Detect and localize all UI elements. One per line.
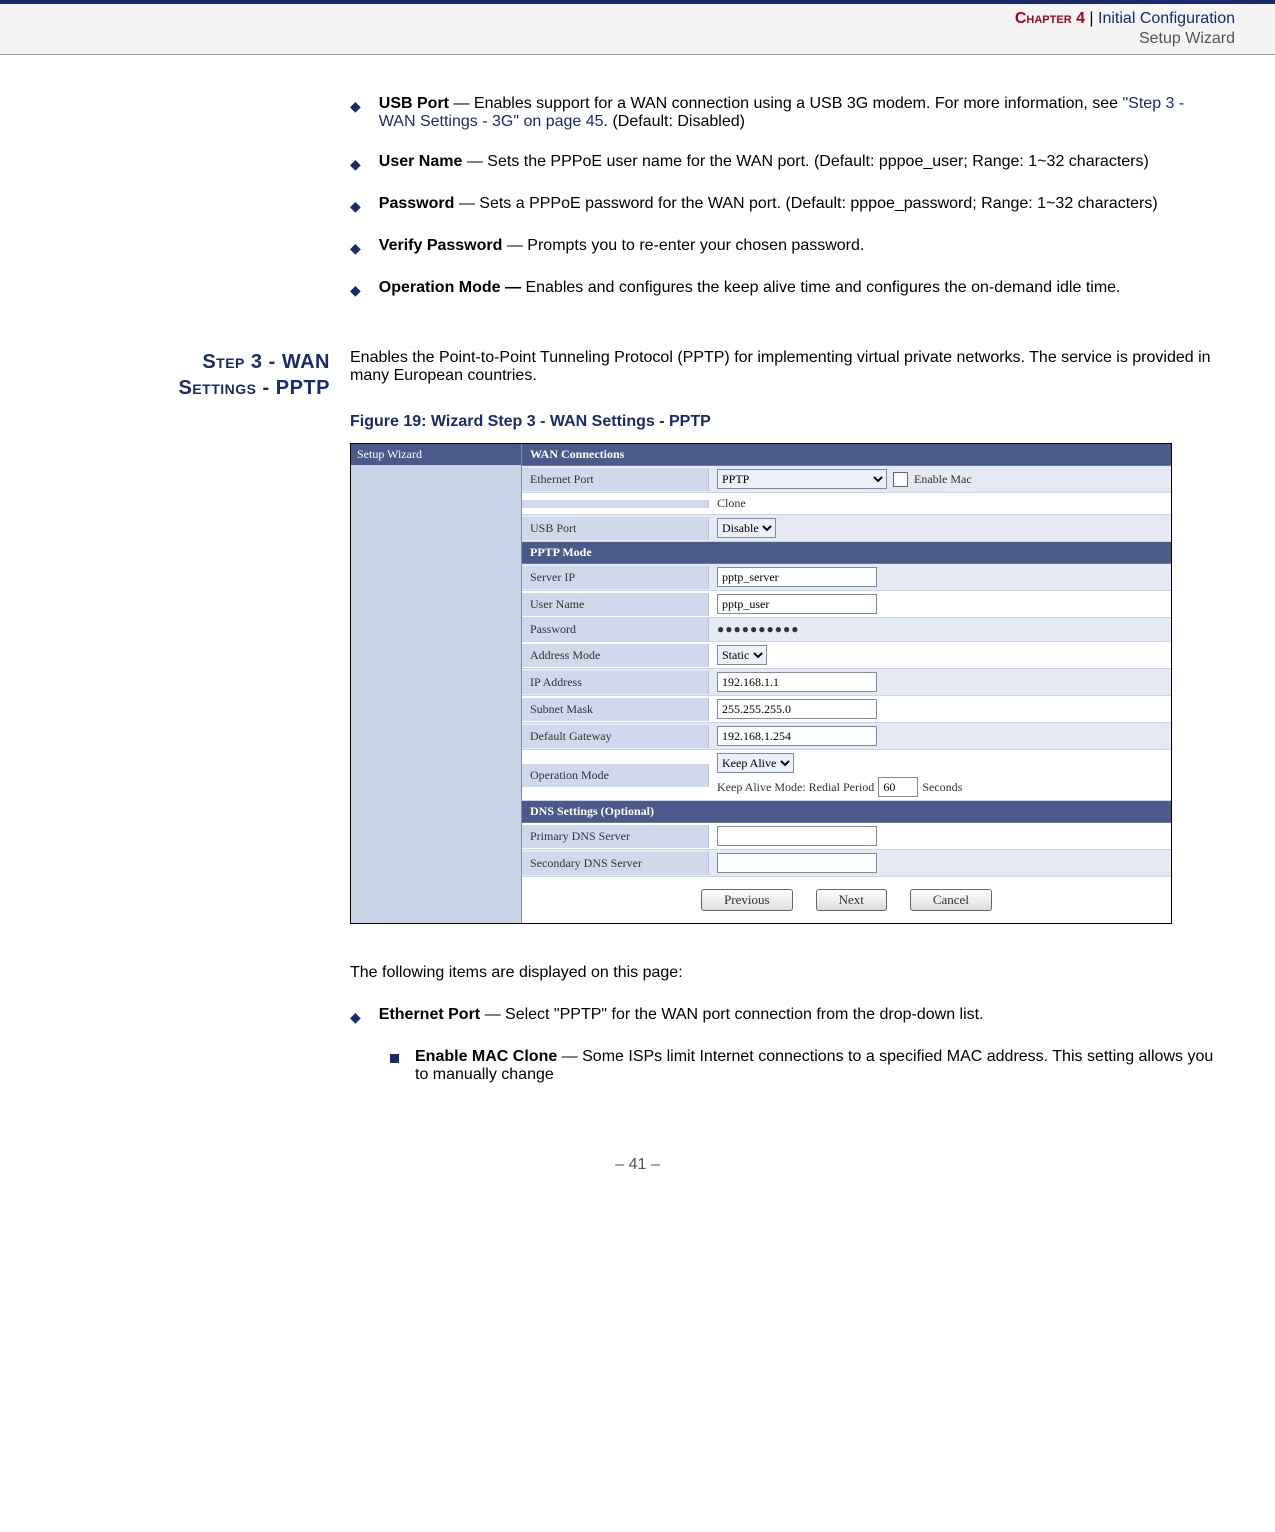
previous-button[interactable]: Previous <box>701 889 793 911</box>
operation-mode-select[interactable]: Keep Alive <box>717 753 794 773</box>
diamond-icon: ◆ <box>350 198 361 215</box>
label-operation-mode: Operation Mode <box>522 764 709 787</box>
label-server-ip: Server IP <box>522 566 709 589</box>
square-icon <box>390 1054 399 1063</box>
bullet-usb-port: USB Port — Enables support for a WAN con… <box>379 95 1215 131</box>
redial-period-input[interactable] <box>878 777 918 797</box>
diamond-icon: ◆ <box>350 240 361 257</box>
page-header: Chapter 4 | Initial Configuration Setup … <box>0 0 1275 55</box>
server-ip-input[interactable] <box>717 567 877 587</box>
chapter-title: Initial Configuration <box>1098 10 1235 27</box>
wizard-sidebar-title: Setup Wizard <box>351 444 521 465</box>
chapter-subtitle: Setup Wizard <box>0 30 1235 48</box>
figure-caption: Figure 19: Wizard Step 3 - WAN Settings … <box>350 413 1215 431</box>
bullet-verify-password: Verify Password — Prompts you to re-ente… <box>379 237 865 257</box>
diamond-icon: ◆ <box>350 98 361 131</box>
sep: | <box>1085 10 1098 27</box>
bullet-ethernet-port: Ethernet Port — Select "PPTP" for the WA… <box>379 1006 984 1026</box>
cancel-button[interactable]: Cancel <box>910 889 992 911</box>
usb-port-select[interactable]: Disable <box>717 518 776 538</box>
bullet-password: Password — Sets a PPPoE password for the… <box>379 195 1158 215</box>
subnet-mask-input[interactable] <box>717 699 877 719</box>
lead-text: The following items are displayed on thi… <box>350 964 1215 982</box>
chapter-label: Chapter 4 <box>1015 10 1085 27</box>
secondary-dns-input[interactable] <box>717 853 877 873</box>
section-intro: Enables the Point-to-Point Tunneling Pro… <box>350 349 1215 385</box>
label-seconds: Seconds <box>922 780 962 795</box>
page-number: – 41 – <box>0 1156 1275 1174</box>
label-user-name: User Name <box>522 593 709 616</box>
label-usb-port: USB Port <box>522 517 709 540</box>
label-clone: Clone <box>717 496 746 511</box>
diamond-icon: ◆ <box>350 156 361 173</box>
diamond-icon: ◆ <box>350 282 361 299</box>
diamond-icon: ◆ <box>350 1009 361 1026</box>
label-ip-address: IP Address <box>522 671 709 694</box>
bullet-user-name: User Name — Sets the PPPoE user name for… <box>379 153 1149 173</box>
section-wan-connections: WAN Connections <box>522 444 1171 466</box>
label-address-mode: Address Mode <box>522 644 709 667</box>
section-dns-settings: DNS Settings (Optional) <box>522 801 1171 823</box>
primary-dns-input[interactable] <box>717 826 877 846</box>
label-enable-mac: Enable Mac <box>914 472 972 487</box>
label-password: Password <box>522 618 709 641</box>
ethernet-port-select[interactable]: PPTP <box>717 469 887 489</box>
user-name-input[interactable] <box>717 594 877 614</box>
enable-mac-checkbox[interactable] <box>893 472 908 487</box>
label-secondary-dns: Secondary DNS Server <box>522 852 709 875</box>
label-primary-dns: Primary DNS Server <box>522 825 709 848</box>
section-pptp-mode: PPTP Mode <box>522 542 1171 564</box>
password-input[interactable]: ●●●●●●●●●● <box>717 622 799 637</box>
label-default-gateway: Default Gateway <box>522 725 709 748</box>
address-mode-select[interactable]: Static <box>717 645 767 665</box>
section-heading: Step 3 - WAN Settings - PPTP <box>40 349 350 1106</box>
next-button[interactable]: Next <box>816 889 887 911</box>
figure-screenshot: Setup Wizard WAN Connections Ethernet Po… <box>350 443 1172 924</box>
label-ethernet-port: Ethernet Port <box>522 468 709 491</box>
bullet-operation-mode: Operation Mode — Enables and configures … <box>379 279 1121 299</box>
label-subnet-mask: Subnet Mask <box>522 698 709 721</box>
ip-address-input[interactable] <box>717 672 877 692</box>
default-gateway-input[interactable] <box>717 726 877 746</box>
label-redial-period: Keep Alive Mode: Redial Period <box>717 780 874 795</box>
sub-bullet-enable-mac-clone: Enable MAC Clone — Some ISPs limit Inter… <box>415 1048 1215 1084</box>
